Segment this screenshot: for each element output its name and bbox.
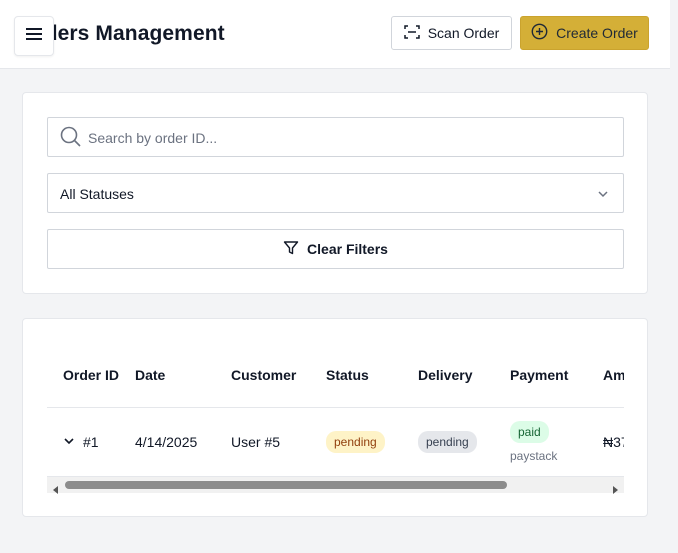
top-bar: Orders Management Scan Order Create Orde… — [0, 0, 670, 69]
search-box — [47, 117, 624, 158]
amount-cell: ₦37 — [587, 407, 624, 477]
status-select-value: All Statuses — [60, 186, 134, 202]
status-cell: pending — [310, 407, 402, 477]
scrollbar-thumb[interactable] — [65, 481, 507, 489]
order-id-cell: #1 — [47, 407, 119, 477]
column-header-payment[interactable]: Payment — [494, 343, 587, 408]
chevron-down-icon[interactable] — [63, 434, 75, 450]
search-icon — [60, 126, 82, 153]
payment-badge: paid — [510, 421, 549, 443]
chevron-down-icon — [597, 187, 609, 203]
status-badge: pending — [326, 431, 385, 453]
search-input[interactable] — [86, 118, 610, 158]
hamburger-icon — [25, 27, 43, 46]
orders-table: Order ID Date Customer Status Delivery P… — [47, 343, 624, 477]
order-id: #1 — [83, 434, 99, 450]
create-order-button[interactable]: Create Order — [520, 16, 649, 50]
payment-method: paystack — [510, 449, 558, 463]
customer-cell: User #5 — [215, 407, 310, 477]
table-header-row: Order ID Date Customer Status Delivery P… — [47, 343, 624, 408]
column-header-order-id[interactable]: Order ID — [47, 343, 119, 408]
filters-card: All Statuses Clear Filters — [22, 92, 648, 294]
scan-order-button[interactable]: Scan Order — [391, 16, 512, 50]
create-order-label: Create Order — [556, 25, 638, 41]
payment-cell: paid paystack — [494, 407, 587, 477]
column-header-delivery[interactable]: Delivery — [402, 343, 494, 408]
scroll-right-arrow-icon[interactable] — [611, 481, 619, 499]
delivery-cell: pending — [402, 407, 494, 477]
status-select[interactable]: All Statuses — [47, 173, 624, 213]
plus-circle-icon — [531, 23, 548, 43]
menu-button[interactable] — [14, 16, 54, 56]
horizontal-scrollbar[interactable] — [47, 477, 624, 494]
clear-filters-label: Clear Filters — [307, 241, 388, 257]
scan-icon — [403, 24, 420, 43]
scan-order-label: Scan Order — [427, 25, 500, 41]
delivery-badge: pending — [418, 431, 477, 453]
column-header-amount[interactable]: Amount — [587, 343, 624, 408]
date-cell: 4/14/2025 — [119, 407, 215, 477]
scroll-left-arrow-icon[interactable] — [52, 481, 60, 499]
filter-icon — [283, 240, 299, 259]
clear-filters-button[interactable]: Clear Filters — [47, 229, 624, 269]
orders-table-card: Order ID Date Customer Status Delivery P… — [22, 318, 648, 517]
column-header-status[interactable]: Status — [310, 343, 402, 408]
column-header-date[interactable]: Date — [119, 343, 215, 408]
table-row[interactable]: #1 4/14/2025 User #5 pending pending pai… — [47, 407, 624, 477]
orders-table-scroll[interactable]: Order ID Date Customer Status Delivery P… — [47, 343, 624, 493]
column-header-customer[interactable]: Customer — [215, 343, 310, 408]
